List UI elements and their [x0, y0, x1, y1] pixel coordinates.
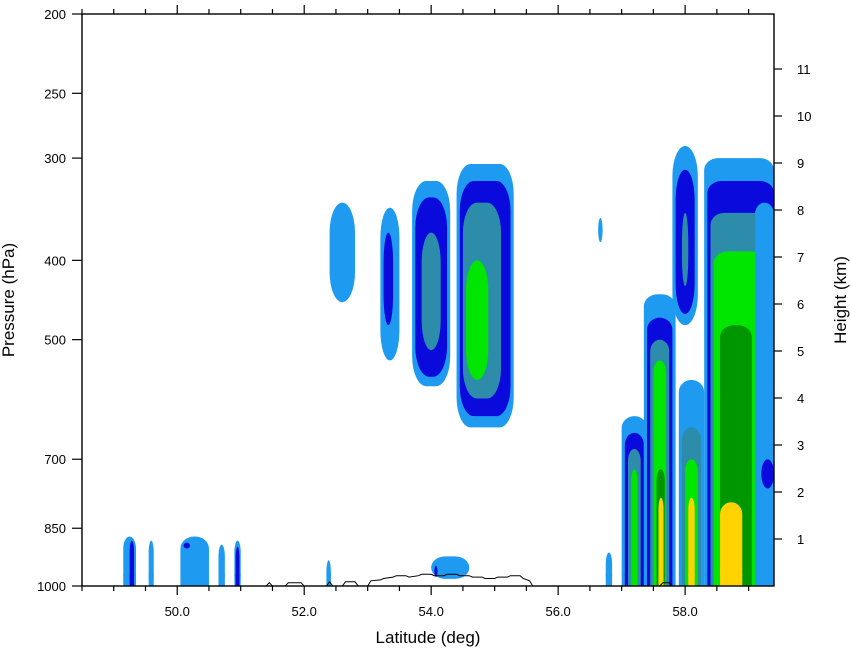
x-tick-label: 58.0: [672, 604, 697, 619]
contour-cell-57.7-level-6-5: [658, 497, 664, 586]
contour-cell-58.0-upper-level-3-2: [681, 212, 689, 287]
y-tick-label-pressure: 700: [44, 452, 66, 467]
contour-low-50.8-level-1-0-base: [218, 574, 225, 586]
x-tick-label: 54.0: [419, 604, 444, 619]
contour-low-49.6-level-1-0-base: [148, 574, 154, 586]
chart: 50.0 52.0 54.0 56.0 58.020025030040050070085…: [0, 5, 850, 647]
y-tick-label-height: 4: [797, 391, 804, 406]
contour-cell-57.3-left-level-4-3-base: [631, 574, 638, 586]
y-axis-title-height: Height (km): [831, 256, 850, 344]
y-tick-label-height: 7: [797, 250, 804, 265]
y-tick-label-pressure: 300: [44, 151, 66, 166]
contour-cell-56.7-level-1-0: [598, 217, 603, 243]
y-tick-label-height: 1: [797, 532, 804, 547]
contour-low-50.8-level-2-2-base: [235, 574, 240, 586]
y-tick-label-height: 6: [797, 297, 804, 312]
contour-low-50.2-level-1-0-base: [180, 574, 209, 586]
contour-cell-54.8-level-4-3: [466, 260, 489, 380]
contour-cell-59.2-right-level-2-1: [761, 459, 774, 489]
x-axis-title: Latitude (deg): [376, 628, 481, 647]
contour-cell-58.1-lower-level-6-3: [688, 497, 695, 586]
y-tick-label-pressure: 850: [44, 521, 66, 536]
y-tick-label-pressure: 200: [44, 7, 66, 22]
y-tick-label-pressure: 1000: [37, 579, 66, 594]
y-tick-label-pressure: 500: [44, 333, 66, 348]
contour-cell-59.2-right-level-1-0-base: [754, 574, 774, 586]
y-tick-label-height: 11: [797, 62, 811, 77]
contour-cell-57.3-left-level-4-3: [631, 469, 638, 586]
y-tick-label-pressure: 400: [44, 253, 66, 268]
y-tick-label-height: 9: [797, 156, 804, 171]
y-axis-title-pressure: Pressure (hPa): [0, 243, 18, 357]
contour-cell-58.7-main-level-6-5-base: [720, 574, 743, 586]
contour-cell-59.2-right-level-1-0: [754, 202, 774, 586]
contour-cell-58.1-lower-level-6-3-base: [688, 574, 695, 586]
x-tick-label: 50.0: [165, 604, 190, 619]
x-tick-label: 52.0: [292, 604, 317, 619]
y-tick-label-pressure: 250: [44, 86, 66, 101]
y-tick-label-height: 10: [797, 109, 811, 124]
contour-cell-54.0-level-3-2: [421, 232, 441, 351]
y-tick-label-height: 2: [797, 485, 804, 500]
contour-low-50.2-level-2-1: [183, 542, 190, 549]
contour-cell-52.7-level-1-0: [329, 202, 355, 303]
x-tick-label: 56.0: [545, 604, 570, 619]
y-tick-label-height: 3: [797, 438, 804, 453]
contour-low-56.8-level-1-0-base: [605, 574, 613, 586]
contour-cell-58.7-main-level-6-5: [720, 502, 743, 586]
y-tick-label-height: 5: [797, 344, 804, 359]
contour-cell-53.3-level-2-1: [383, 232, 394, 326]
contour-low-49.2-level-2-1-base: [129, 574, 135, 586]
y-tick-label-height: 8: [797, 203, 804, 218]
